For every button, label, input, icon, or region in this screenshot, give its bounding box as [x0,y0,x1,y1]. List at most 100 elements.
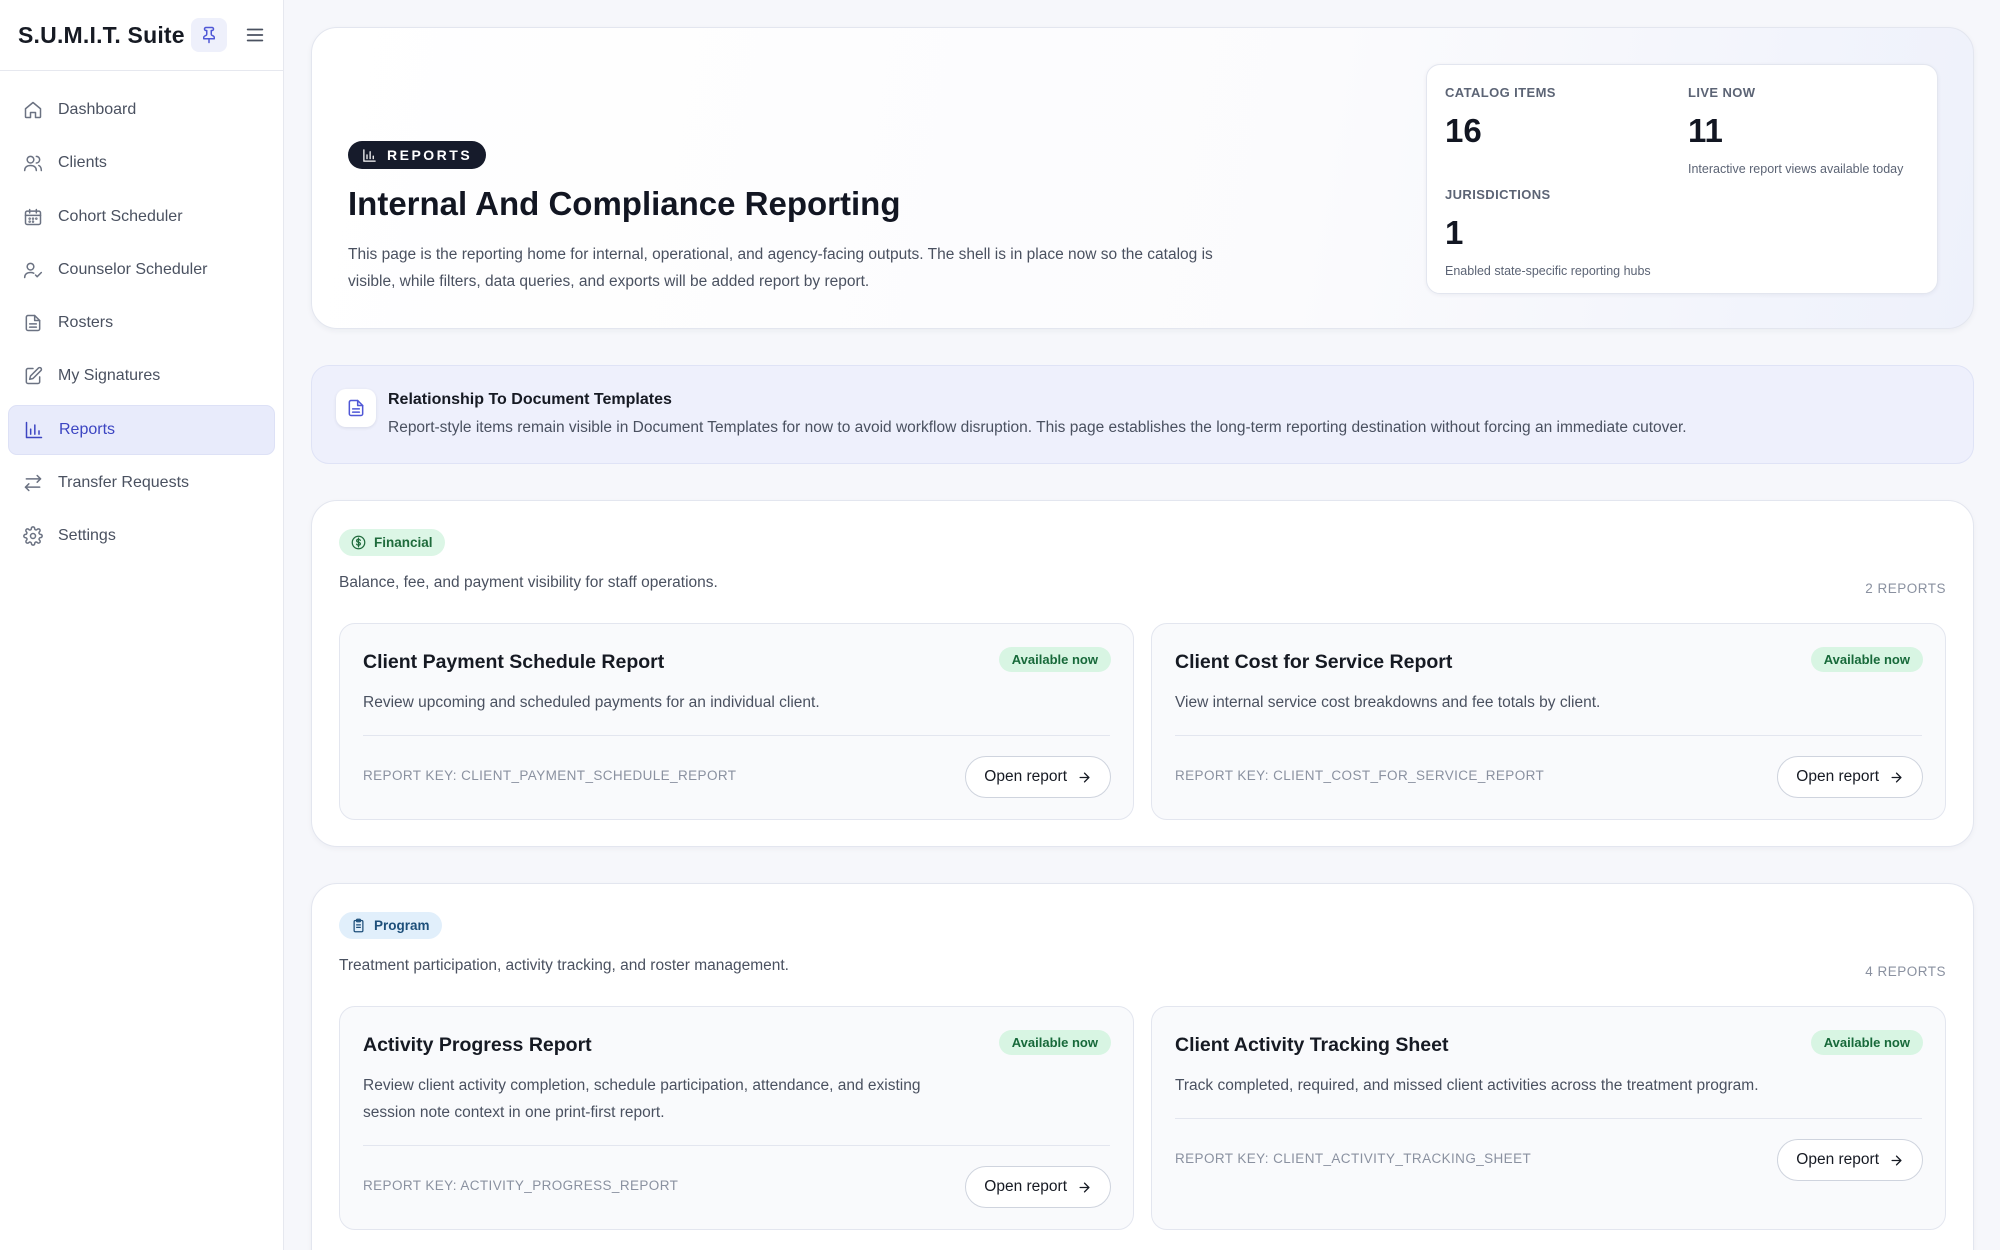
section-description: Treatment participation, activity tracki… [339,957,789,974]
bar-chart-icon [363,148,376,162]
sidebar-item-label: Counselor Scheduler [58,260,208,278]
status-badge: Available now [998,1030,1111,1055]
reports-badge: REPORTS [348,141,487,169]
app-title: S.U.M.I.T. Suite [18,21,185,48]
stat-live-now: LIVE NOW 11 Interactive report views ava… [1688,85,1903,176]
report-description: Review upcoming and scheduled payments f… [363,694,820,711]
report-card: Client Cost for Service Report Available… [1151,623,1946,820]
stat-jurisdictions: JURISDICTIONS 1 Enabled state-specific r… [1445,187,1651,278]
sidebar-item-settings[interactable]: Settings [8,511,275,561]
report-card: Activity Progress Report Available now R… [339,1006,1134,1230]
button-label: Open report [984,1178,1067,1195]
stat-label: CATALOG ITEMS [1445,85,1556,100]
hero-panel: REPORTS Internal And Compliance Reportin… [311,27,1974,329]
notice-title: Relationship To Document Templates [388,391,672,408]
section-badge-label: Program [374,918,430,933]
status-badge: Available now [1810,1030,1923,1055]
report-key: REPORT KEY: CLIENT_ACTIVITY_TRACKING_SHE… [1175,1151,1532,1166]
sidebar-item-my-signatures[interactable]: My Signatures [8,351,275,401]
sidebar-item-label: Transfer Requests [58,474,190,492]
section-badge-label: Financial [374,535,433,550]
hamburger-icon [246,28,264,42]
report-description: Track completed, required, and missed cl… [1175,1077,1759,1094]
file-text-icon [22,312,44,334]
report-title: Activity Progress Report [363,1034,592,1056]
stat-label: LIVE NOW [1688,85,1756,100]
sidebar-item-cohort-scheduler[interactable]: Cohort Scheduler [8,192,275,242]
user-check-icon [22,259,44,281]
status-badge: Available now [1810,647,1923,672]
document-icon [336,389,376,427]
report-key: REPORT KEY: CLIENT_PAYMENT_SCHEDULE_REPO… [363,768,737,783]
sidebar-item-dashboard[interactable]: Dashboard [8,85,275,135]
sidebar-item-transfer-requests[interactable]: Transfer Requests [8,458,275,508]
stat-value: 1 [1445,214,1464,251]
program-section: Program Treatment participation, activit… [311,883,1974,1250]
users-icon [22,152,44,174]
section-report-count: 4 REPORTS [1865,964,1946,979]
stat-caption: Interactive report views available today [1688,162,1904,176]
sidebar-item-label: Clients [58,154,107,172]
financial-section: Financial Balance, fee, and payment visi… [311,500,1974,847]
report-title: Client Payment Schedule Report [363,651,665,673]
bar-chart-icon [23,419,45,441]
sidebar-item-reports[interactable]: Reports [8,404,275,455]
button-label: Open report [984,768,1067,785]
section-description: Balance, fee, and payment visibility for… [339,574,718,591]
report-description: Review client activity completion, sched… [363,1077,921,1121]
open-report-button[interactable]: Open report [965,756,1111,798]
calendar-icon [22,206,44,228]
sidebar-item-label: Cohort Scheduler [58,207,183,225]
sidebar-item-rosters[interactable]: Rosters [8,298,275,348]
page-title: Internal And Compliance Reporting [348,185,901,222]
sidebar-item-counselor-scheduler[interactable]: Counselor Scheduler [8,245,275,295]
button-label: Open report [1796,768,1879,785]
sidebar-nav: Dashboard Clients Cohort Scheduler Couns… [0,71,283,561]
dollar-circle-icon [351,535,366,550]
pen-square-icon [22,365,44,387]
pin-button[interactable] [190,18,227,52]
open-report-button[interactable]: Open report [1777,1139,1923,1181]
stat-value: 11 [1688,112,1723,149]
menu-toggle-button[interactable] [237,18,273,52]
program-badge: Program [339,912,442,939]
report-key: REPORT KEY: CLIENT_COST_FOR_SERVICE_REPO… [1175,768,1545,783]
pin-icon [202,26,215,44]
home-icon [22,99,44,121]
arrow-right-icon [1079,1182,1090,1192]
card-divider [363,735,1110,736]
report-card: Client Payment Schedule Report Available… [339,623,1134,820]
report-description: View internal service cost breakdowns an… [1175,694,1601,711]
stat-value: 16 [1445,112,1482,149]
sidebar-item-label: My Signatures [58,367,161,385]
arrow-right-icon [1891,1155,1902,1165]
report-title: Client Cost for Service Report [1175,651,1453,673]
notice-text: Report-style items remain visible in Doc… [388,419,1687,436]
section-report-count: 2 REPORTS [1865,581,1946,596]
status-badge: Available now [998,647,1111,672]
badge-label: REPORTS [387,147,473,163]
arrows-swap-icon [22,472,44,494]
gear-icon [22,525,44,547]
stat-caption: Enabled state-specific reporting hubs [1445,264,1651,278]
page-description: This page is the reporting home for inte… [348,246,1213,290]
sidebar-item-label: Dashboard [58,101,137,118]
templates-notice: Relationship To Document Templates Repor… [311,365,1974,464]
card-divider [1175,735,1922,736]
card-divider [363,1145,1110,1146]
card-divider [1175,1118,1922,1119]
clipboard-icon [353,918,364,933]
sidebar-item-label: Rosters [58,314,114,332]
financial-badge: Financial [339,529,445,556]
sidebar-item-clients[interactable]: Clients [8,138,275,188]
sidebar-item-label: Reports [59,420,116,438]
open-report-button[interactable]: Open report [1777,756,1923,798]
report-key: REPORT KEY: ACTIVITY_PROGRESS_REPORT [363,1178,679,1193]
open-report-button[interactable]: Open report [965,1166,1111,1208]
stat-label: JURISDICTIONS [1445,187,1551,202]
sidebar: S.U.M.I.T. Suite Dashboard Clients Cohor… [0,0,284,1250]
arrow-right-icon [1891,772,1902,782]
button-label: Open report [1796,1151,1879,1168]
brand-header: S.U.M.I.T. Suite [0,0,283,71]
sidebar-item-label: Settings [58,527,116,545]
